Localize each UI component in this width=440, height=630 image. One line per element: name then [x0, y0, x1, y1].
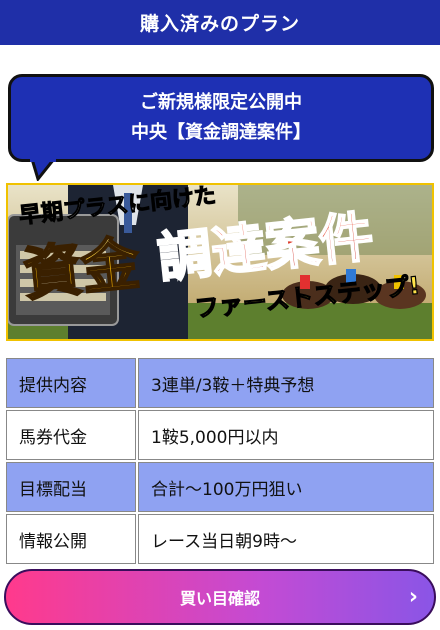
- announcement-line-1: ご新規様限定公開中: [140, 92, 302, 113]
- info-value: 合計～100万円狙い: [138, 462, 434, 512]
- bubble-tail: [30, 159, 56, 181]
- plan-info-table: 提供内容 3連単/3鞍＋特典予想 馬券代金 1鞍5,000円以内 目標配当 合計…: [6, 358, 434, 566]
- banner-headline-a: 資金: [20, 229, 143, 309]
- info-label: 情報公開: [6, 514, 136, 564]
- info-label: 馬券代金: [6, 410, 136, 460]
- announcement-line-2: 中央【資金調達案件】: [131, 122, 311, 143]
- info-value: レース当日朝9時～: [138, 514, 434, 564]
- info-row-target: 目標配当 合計～100万円狙い: [6, 462, 434, 512]
- info-label: 目標配当: [6, 462, 136, 512]
- check-picks-button[interactable]: 買い目確認 ›: [4, 569, 436, 625]
- page-title: 購入済みのプラン: [139, 13, 300, 35]
- info-row-offer: 提供内容 3連単/3鞍＋特典予想: [6, 358, 434, 408]
- info-row-release: 情報公開 レース当日朝9時～: [6, 514, 434, 564]
- info-label: 提供内容: [6, 358, 136, 408]
- promo-banner[interactable]: 早期プラスに向けた 資金 調達案件 ファーストステップ!: [6, 183, 434, 341]
- page-header: 購入済みのプラン: [0, 0, 440, 45]
- chevron-right-icon: ›: [408, 584, 418, 610]
- check-picks-label: 買い目確認: [179, 589, 260, 608]
- announcement-bubble: ご新規様限定公開中 中央【資金調達案件】: [8, 74, 434, 162]
- info-row-cost: 馬券代金 1鞍5,000円以内: [6, 410, 434, 460]
- info-value: 3連単/3鞍＋特典予想: [138, 358, 434, 408]
- info-value: 1鞍5,000円以内: [138, 410, 434, 460]
